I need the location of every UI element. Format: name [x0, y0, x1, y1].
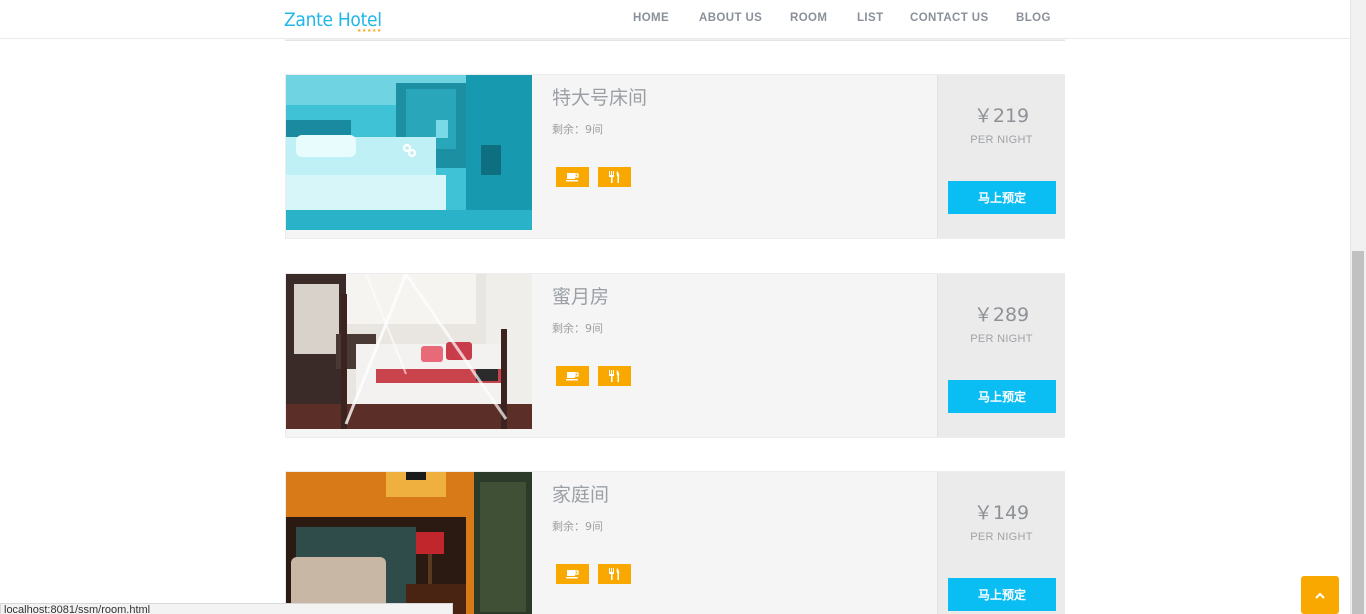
book-now-button[interactable]: 马上预定 [948, 380, 1056, 413]
book-now-button[interactable]: 马上预定 [948, 181, 1056, 214]
previous-card-edge [285, 39, 1065, 41]
nav-blog[interactable]: BLOG [1016, 12, 1051, 24]
back-to-top-button[interactable] [1301, 576, 1339, 614]
room-info: 家庭间 剩余：9间 [532, 472, 937, 614]
room-title[interactable]: 蜜月房 [552, 282, 609, 309]
nav-list[interactable]: LIST [857, 12, 884, 24]
brand-stars: ★★★★★ [357, 28, 382, 34]
browser-status-bar: localhost:8081/ssm/room.html [0, 603, 453, 614]
top-navbar: Zante Hotel ★★★★★ HOME ABOUT US ROOM LIS… [0, 0, 1350, 39]
room-card: 家庭间 剩余：9间 ￥149 PER NIGHT 马上预定 [285, 471, 1065, 614]
coffee-icon [556, 167, 589, 187]
room-card: 蜜月房 剩余：9间 ￥289 PER NIGHT 马上预定 [285, 273, 1065, 438]
room-image[interactable] [286, 472, 532, 614]
chevron-up-icon [1315, 592, 1325, 599]
book-now-button[interactable]: 马上预定 [948, 578, 1056, 611]
coffee-icon [556, 564, 589, 584]
scrollbar-thumb[interactable] [1352, 251, 1364, 614]
room-amenities [556, 564, 631, 584]
room-info: 特大号床间 剩余：9间 [532, 75, 937, 238]
room-image[interactable] [286, 75, 532, 230]
price-panel: ￥149 PER NIGHT 马上预定 [937, 472, 1065, 614]
per-night-label: PER NIGHT [970, 531, 1033, 543]
room-info: 蜜月房 剩余：9间 [532, 274, 937, 437]
room-price: ￥149 [973, 502, 1030, 524]
price-panel: ￥289 PER NIGHT 马上预定 [937, 274, 1065, 437]
room-availability: 剩余：9间 [552, 123, 603, 136]
room-title[interactable]: 家庭间 [552, 480, 609, 507]
nav-contact-us[interactable]: CONTACT US [910, 12, 989, 24]
price-panel: ￥219 PER NIGHT 马上预定 [937, 75, 1065, 238]
room-amenities [556, 366, 631, 386]
nav-room[interactable]: ROOM [790, 12, 827, 24]
restaurant-icon [598, 167, 631, 187]
restaurant-icon [598, 564, 631, 584]
room-availability: 剩余：9间 [552, 322, 603, 335]
nav-about-us[interactable]: ABOUT US [699, 12, 762, 24]
room-availability: 剩余：9间 [552, 520, 603, 533]
room-amenities [556, 167, 631, 187]
per-night-label: PER NIGHT [970, 333, 1033, 345]
per-night-label: PER NIGHT [970, 134, 1033, 146]
room-image[interactable] [286, 274, 532, 429]
room-price: ￥289 [973, 304, 1030, 326]
room-card: 特大号床间 剩余：9间 ￥219 PER NIGHT 马上预定 [285, 74, 1065, 239]
room-title[interactable]: 特大号床间 [552, 83, 647, 110]
room-price: ￥219 [973, 105, 1030, 127]
main-nav: HOME ABOUT US ROOM LIST CONTACT US BLOG [0, 12, 1350, 26]
nav-home[interactable]: HOME [633, 12, 669, 24]
status-url: localhost:8081/ssm/room.html [4, 604, 151, 614]
coffee-icon [556, 366, 589, 386]
restaurant-icon [598, 366, 631, 386]
